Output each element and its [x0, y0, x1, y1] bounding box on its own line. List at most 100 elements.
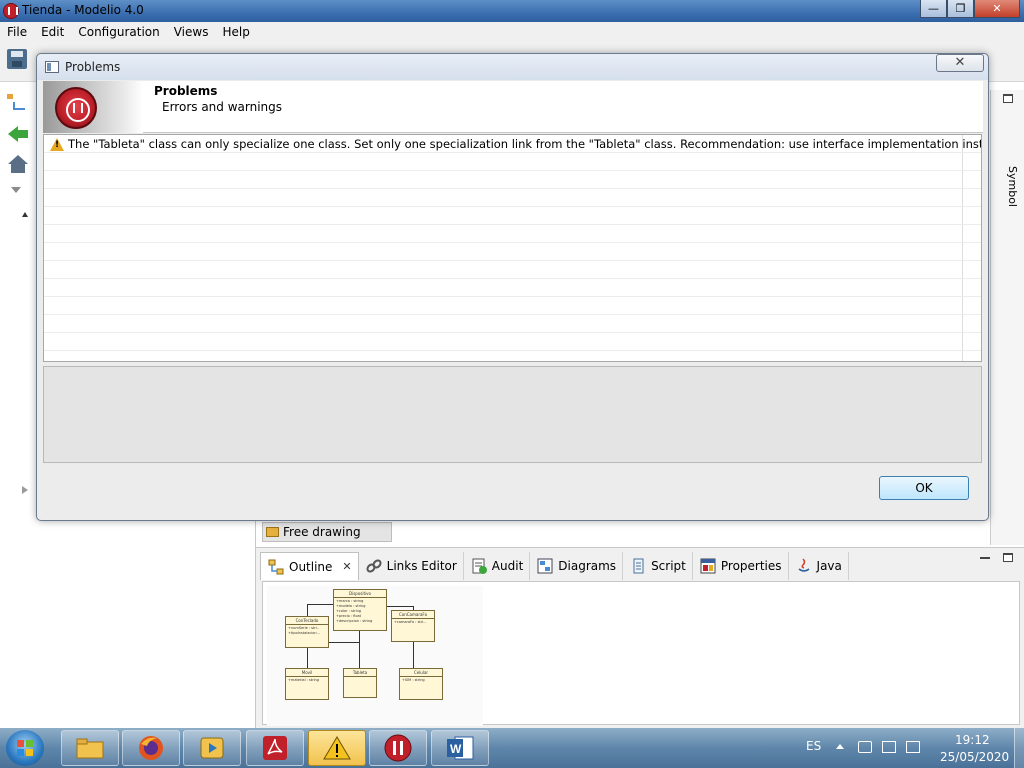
dialog-header: Problems Errors and warnings — [43, 81, 983, 133]
empty-row — [44, 261, 981, 279]
action-center-icon[interactable] — [906, 741, 920, 753]
show-hidden-icons-icon[interactable] — [836, 744, 844, 749]
tab-audit-label: Audit — [491, 559, 524, 573]
minimize-button[interactable]: — — [920, 0, 947, 18]
show-desktop-button[interactable] — [1014, 728, 1024, 768]
dialog-title: Problems — [65, 60, 121, 74]
taskbar-firefox[interactable] — [122, 730, 180, 766]
warning-icon — [323, 736, 351, 760]
tab-java-label: Java — [816, 559, 842, 573]
uml-class-name: Dispositivo — [334, 590, 386, 598]
tab-script[interactable]: Script — [623, 552, 693, 580]
tab-properties[interactable]: Properties — [692, 552, 789, 580]
taskbar-file-explorer[interactable] — [61, 730, 119, 766]
taskbar-word[interactable]: W — [431, 730, 489, 766]
problem-row[interactable]: The "Tableta" class can only specialize … — [44, 135, 981, 153]
symbol-tab[interactable]: Symbol — [1006, 166, 1019, 207]
java-icon — [795, 557, 813, 575]
tab-links-editor[interactable]: Links Editor — [358, 552, 464, 580]
menu-help[interactable]: Help — [215, 22, 256, 42]
empty-row — [44, 279, 981, 297]
script-icon — [629, 557, 647, 575]
home-icon[interactable] — [8, 155, 28, 173]
window-titlebar: Tienda - Modelio 4.0 — ❐ ✕ — [0, 0, 1024, 22]
firefox-icon — [139, 736, 163, 760]
dialog-close-button[interactable]: ✕ — [936, 54, 984, 72]
properties-icon — [699, 557, 717, 575]
outline-diagram-thumbnail[interactable]: Dispositivo +marca : string +modelo : st… — [267, 586, 483, 726]
ok-button[interactable]: OK — [879, 476, 969, 500]
uml-class-name: ConCamaraFo — [392, 611, 434, 619]
dialog-titlebar: Problems ✕ — [37, 54, 988, 80]
outline-canvas[interactable]: Dispositivo +marca : string +modelo : st… — [262, 581, 1020, 726]
outline-icon — [267, 558, 285, 576]
uml-attribute: +descripcion : string — [336, 619, 373, 623]
warning-icon — [50, 138, 64, 151]
model-tree-icon[interactable] — [5, 92, 27, 112]
collapse-arrow-icon[interactable] — [22, 486, 28, 494]
folder-icon — [266, 527, 279, 537]
tab-diagrams[interactable]: Diagrams — [530, 552, 624, 580]
taskbar-modelio[interactable] — [369, 730, 427, 766]
menu-file[interactable]: File — [0, 22, 34, 42]
modelio-app-icon — [3, 3, 19, 19]
uml-class-box: Tableta — [343, 668, 377, 698]
taskbar-acrobat[interactable] — [246, 730, 304, 766]
tab-diagrams-label: Diagrams — [558, 559, 617, 573]
uml-class-name: Tableta — [344, 669, 376, 677]
menu-views[interactable]: Views — [167, 22, 216, 42]
problem-detail-area — [43, 366, 982, 463]
empty-row — [44, 153, 981, 171]
uml-generalization-line — [359, 631, 360, 668]
empty-row — [44, 297, 981, 315]
word-icon: W — [447, 736, 474, 760]
modelio-icon — [384, 734, 412, 762]
volume-icon[interactable] — [858, 741, 872, 753]
minimize-view-icon[interactable] — [980, 557, 990, 559]
empty-row — [44, 171, 981, 189]
tab-outline-label: Outline — [289, 559, 333, 574]
tree-expand-icon[interactable] — [22, 212, 28, 217]
uml-class-box: Movil +material : string — [285, 668, 329, 700]
bottom-panel: Outline ✕ Links Editor Audit Diagrams Sc… — [256, 547, 1024, 728]
taskbar-problems-window[interactable] — [308, 730, 366, 766]
diagram-icon — [536, 557, 554, 575]
clock-date[interactable]: 25/05/2020 — [940, 750, 1009, 764]
tab-audit[interactable]: Audit — [463, 552, 531, 580]
window-title: Tienda - Modelio 4.0 — [22, 3, 144, 17]
maximize-panel-icon[interactable] — [1003, 553, 1013, 562]
close-tab-icon[interactable]: ✕ — [342, 560, 351, 573]
maximize-view-icon[interactable] — [1003, 94, 1013, 103]
problems-list[interactable]: The "Tableta" class can only specialize … — [43, 134, 982, 362]
uml-attribute: +tipoInstalacion... — [288, 631, 320, 635]
maximize-button[interactable]: ❐ — [947, 0, 974, 18]
uml-class-name: Celular — [400, 669, 442, 677]
free-drawing-palette-item[interactable]: Free drawing — [262, 522, 392, 542]
uml-generalization-line — [329, 642, 359, 643]
header-subtitle: Errors and warnings — [162, 100, 283, 114]
save-icon[interactable] — [7, 49, 27, 69]
tab-outline[interactable]: Outline ✕ — [260, 552, 359, 580]
uml-class-box: Celular +SIM : string — [399, 668, 443, 700]
empty-row — [44, 333, 981, 351]
uml-generalization-line — [387, 606, 413, 607]
bottom-tabs: Outline ✕ Links Editor Audit Diagrams Sc… — [260, 552, 849, 580]
back-arrow-icon[interactable] — [8, 125, 30, 143]
uml-class-box: ConCamaraFo +camaraFo : stri... — [391, 610, 435, 642]
problems-dialog: Problems ✕ Problems Errors and warnings … — [36, 53, 989, 521]
menu-edit[interactable]: Edit — [34, 22, 71, 42]
language-indicator[interactable]: ES — [806, 739, 821, 753]
tab-properties-label: Properties — [720, 559, 782, 573]
close-button[interactable]: ✕ — [974, 0, 1020, 18]
network-icon[interactable] — [882, 741, 896, 753]
uml-generalization-line — [307, 604, 333, 605]
taskbar-media-player[interactable] — [183, 730, 241, 766]
uml-generalization-line — [413, 606, 414, 610]
start-button[interactable] — [6, 730, 44, 766]
empty-row — [44, 315, 981, 333]
menu-configuration[interactable]: Configuration — [71, 22, 166, 42]
tab-java[interactable]: Java — [788, 552, 849, 580]
audit-icon — [470, 557, 488, 575]
view-menu-icon[interactable] — [11, 187, 21, 193]
clock-time[interactable]: 19:12 — [955, 733, 990, 747]
